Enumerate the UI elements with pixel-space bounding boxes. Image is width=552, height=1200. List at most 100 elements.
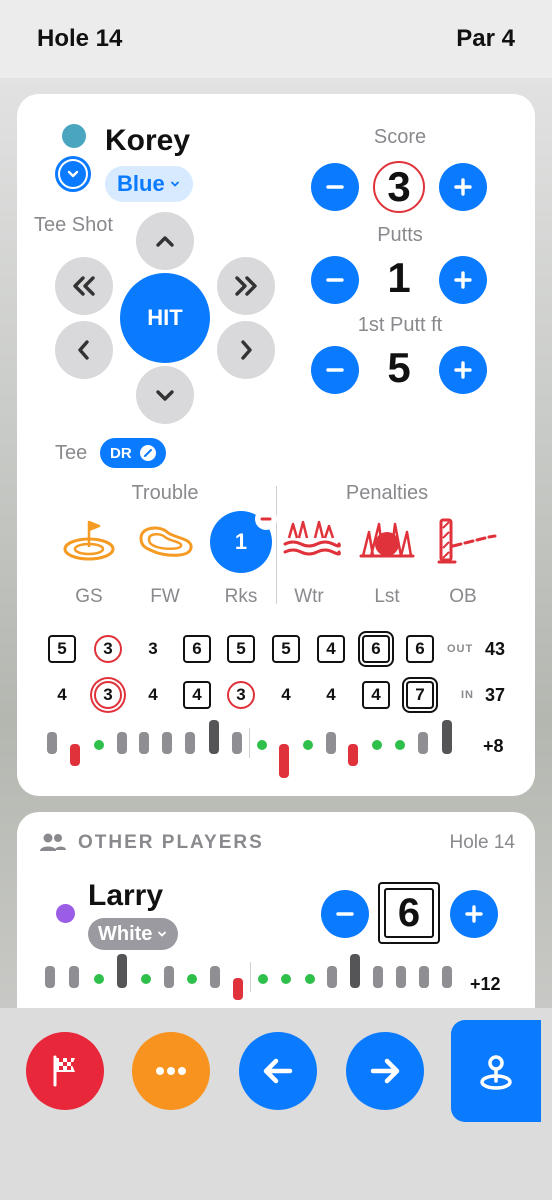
tee-label: Blue [117,171,165,196]
minus-icon [260,517,272,521]
other-par-strip: +12 [17,950,535,1010]
ellipsis-icon [156,1067,186,1075]
putts-increment-button[interactable] [439,256,487,304]
trouble-title: Trouble [131,482,199,504]
score-cell[interactable]: 3 [227,681,255,709]
people-icon [39,832,67,859]
more-button[interactable] [132,1032,210,1110]
score-cell[interactable]: 4 [139,681,167,709]
putts-value: 1 [387,254,411,301]
shot-far-left-button[interactable] [55,257,113,315]
other-player-tee-selector[interactable]: White [88,918,179,950]
par-bar [442,720,452,754]
relative-to-par: +8 [483,736,504,756]
plus-icon [454,178,472,196]
score-cell[interactable]: 7 [406,681,434,709]
player-color-dot [56,904,75,923]
par-dot [257,740,267,750]
tee-shot-label: Tee Shot [34,214,113,236]
double-chevron-right-icon [235,276,257,296]
first-putt-increment-button[interactable] [439,346,487,394]
par-dot [303,740,313,750]
par-dot [372,740,382,750]
finish-round-button[interactable] [26,1032,104,1110]
tee-selector[interactable]: Blue [105,166,193,202]
trouble-fairway-button[interactable] [135,516,197,566]
par-label: Par 4 [456,25,515,52]
score-cell[interactable]: 3 [139,635,167,663]
course-map-button[interactable] [451,1020,541,1122]
chevron-left-icon [78,340,89,360]
player-select-button[interactable] [55,156,91,192]
par-dot [187,974,197,984]
par-bar [162,732,172,754]
penalty-ob-button[interactable] [435,516,499,566]
score-increment-button[interactable] [439,163,487,211]
other-score-box: 6 [378,882,440,944]
shot-right-button[interactable] [217,321,275,379]
score-label: Score [373,126,427,148]
par-bar [418,732,428,754]
next-hole-button[interactable] [346,1032,424,1110]
previous-hole-button[interactable] [239,1032,317,1110]
rocks-decrement-badge[interactable] [255,508,277,530]
score-cell[interactable]: 5 [227,635,255,663]
trouble-greenside-button[interactable] [59,516,119,566]
other-score-increment-button[interactable] [450,890,498,938]
par-bar [396,966,406,988]
score-cell[interactable]: 4 [317,635,345,663]
other-players-title: OTHER PLAYERS [78,832,264,853]
shot-left-button[interactable] [55,321,113,379]
score-cell[interactable]: 6 [362,635,390,663]
first-putt-decrement-button[interactable] [311,346,359,394]
first-putt-value: 5 [387,344,411,391]
shot-long-button[interactable] [136,212,194,270]
shot-short-button[interactable] [136,366,194,424]
par-bar [419,966,429,988]
par-bar [47,732,57,754]
score-cell[interactable]: 3 [94,635,122,663]
score-decrement-button[interactable] [311,163,359,211]
hole-title: Hole 14 [37,25,123,52]
penalty-water-button[interactable] [281,516,341,566]
other-players-hole: Hole 14 [449,832,516,853]
putts-decrement-button[interactable] [311,256,359,304]
hit-button[interactable]: HIT [120,273,210,363]
penalty-lost-button[interactable] [357,514,417,566]
bunker-flag-icon [63,520,115,561]
par-dot [395,740,405,750]
score-cell[interactable]: 4 [272,681,300,709]
shot-far-right-button[interactable] [217,257,275,315]
other-score-decrement-button[interactable] [321,890,369,938]
score-cell[interactable]: 3 [94,681,122,709]
score-cell[interactable]: 6 [183,635,211,663]
score-cell[interactable]: 5 [48,635,76,663]
chevron-down-icon [156,390,174,401]
score-cell[interactable]: 4 [48,681,76,709]
location-pin-icon [480,1055,512,1090]
nine-divider [249,728,250,758]
player-name: Korey [105,124,191,157]
out-of-bounds-icon [437,518,497,564]
out-tag: OUT [447,643,474,655]
score-cell[interactable]: 5 [272,635,300,663]
edit-icon [139,445,156,461]
double-chevron-left-icon [73,276,95,296]
score-cell[interactable]: 4 [362,681,390,709]
penalty-water-label: Wtr [294,586,324,607]
club-label: DR [110,444,132,462]
minus-icon [326,278,344,282]
par-dot [141,974,151,984]
first-putt-label: 1st Putt ft [357,314,443,336]
plus-icon [454,361,472,379]
chevron-down-icon [170,181,179,187]
score-cell[interactable]: 4 [183,681,211,709]
penalty-ob-label: OB [449,586,477,607]
score-cell[interactable]: 6 [406,635,434,663]
par-bar [233,978,243,1000]
par-bar [117,954,127,988]
score-cell[interactable]: 4 [317,681,345,709]
section-divider [276,486,277,604]
lost-ball-icon [359,522,415,558]
club-selector[interactable]: DR [100,438,166,468]
